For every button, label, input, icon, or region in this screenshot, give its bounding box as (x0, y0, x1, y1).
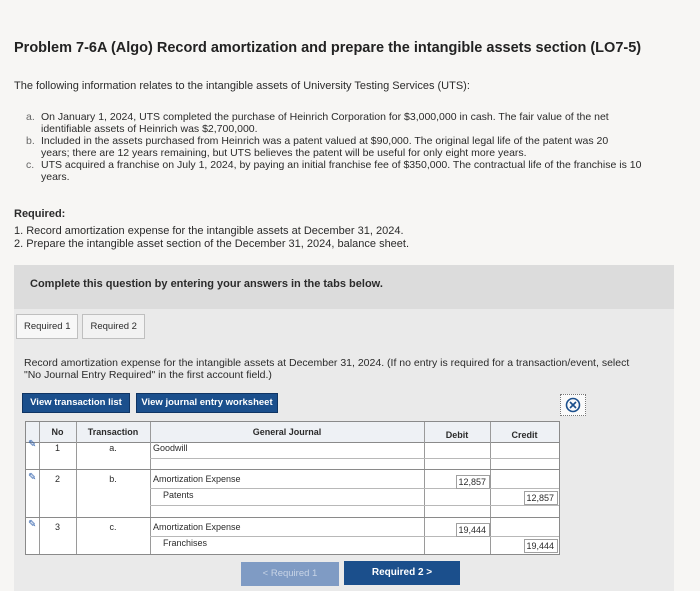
list-item: b. Included in the assets purchased from… (26, 135, 609, 159)
view-transaction-list-button[interactable]: View transaction list (22, 393, 130, 413)
required-tabs: Required 1 Required 2 (16, 314, 145, 339)
row-transaction: b. (109, 474, 117, 484)
instructions-banner: Complete this question by entering your … (14, 265, 674, 309)
debit-input-3[interactable]: 19,444 (456, 523, 490, 537)
required-list: 1. Record amortization expense for the i… (14, 225, 409, 250)
journal-grid: No Transaction General Journal Debit Cre… (25, 421, 560, 555)
row-number: 2 (54, 474, 60, 484)
tab-instruction: Record amortization expense for the inta… (24, 357, 630, 381)
edit-pencil-icon[interactable]: ✎ (28, 439, 36, 450)
required-heading: Required: (14, 208, 66, 220)
problem-items: a. On January 1, 2024, UTS completed the… (26, 111, 691, 184)
edit-pencil-icon[interactable]: ✎ (28, 472, 36, 483)
account-debit-1[interactable]: Goodwill (153, 443, 188, 453)
row-number: 1 (54, 443, 60, 453)
problem-intro: The following information relates to the… (14, 80, 470, 92)
account-credit-3[interactable]: Franchises (163, 538, 207, 548)
tab-required-1[interactable]: Required 1 (16, 314, 79, 339)
debit-input-2[interactable]: 12,857 (456, 475, 490, 489)
edit-pencil-icon[interactable]: ✎ (28, 519, 36, 530)
header-credit: Credit (511, 430, 538, 440)
row-transaction: c. (109, 522, 117, 532)
account-credit-2[interactable]: Patents (163, 490, 194, 500)
credit-input-3[interactable]: 19,444 (524, 539, 558, 553)
tab-required-2[interactable]: Required 2 (82, 314, 145, 339)
prev-required-button[interactable]: < Required 1 (241, 562, 339, 586)
next-required-button[interactable]: Required 2 > (344, 561, 460, 585)
header-no: No (51, 427, 64, 437)
row-number: 3 (54, 522, 60, 532)
required-item: 2. Prepare the intangible asset section … (14, 237, 410, 250)
header-transaction: Transaction (87, 427, 139, 437)
header-general-journal: General Journal (252, 427, 322, 437)
account-debit-2[interactable]: Amortization Expense (153, 474, 241, 484)
required-item: 1. Record amortization expense for the i… (14, 225, 404, 237)
list-item: c. UTS acquired a franchise on July 1, 2… (26, 159, 642, 183)
close-icon[interactable] (560, 394, 586, 416)
credit-input-2[interactable]: 12,857 (524, 491, 558, 505)
problem-title: Problem 7-6A (Algo) Record amortization … (14, 40, 642, 56)
account-debit-3[interactable]: Amortization Expense (153, 522, 241, 532)
row-transaction: a. (109, 443, 117, 453)
list-item: a. On January 1, 2024, UTS completed the… (26, 111, 609, 135)
view-journal-worksheet-button[interactable]: View journal entry worksheet (136, 393, 278, 413)
header-debit: Debit (445, 430, 469, 440)
